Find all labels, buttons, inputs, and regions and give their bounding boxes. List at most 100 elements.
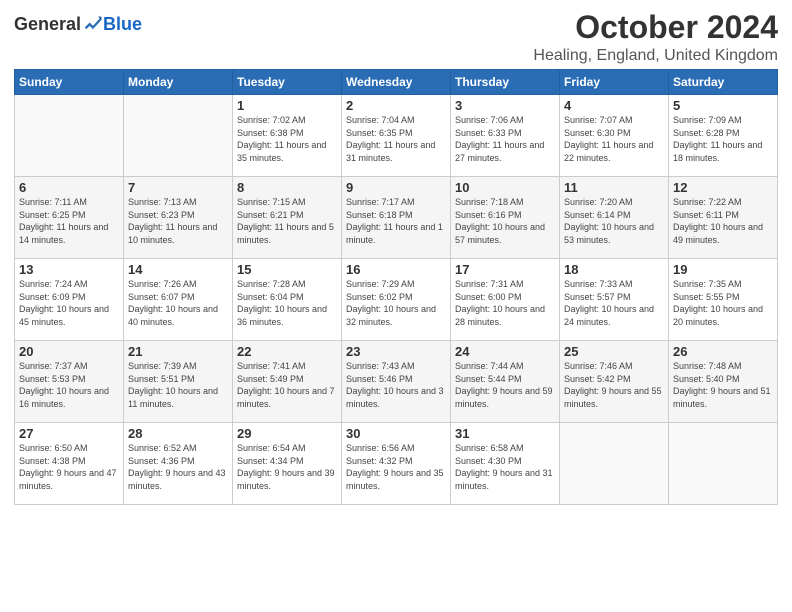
calendar-cell: 31Sunrise: 6:58 AM Sunset: 4:30 PM Dayli…: [451, 423, 560, 505]
day-info: Sunrise: 6:56 AM Sunset: 4:32 PM Dayligh…: [346, 442, 446, 492]
calendar-week-row-5: 27Sunrise: 6:50 AM Sunset: 4:38 PM Dayli…: [15, 423, 778, 505]
calendar-cell: 10Sunrise: 7:18 AM Sunset: 6:16 PM Dayli…: [451, 177, 560, 259]
day-info: Sunrise: 7:44 AM Sunset: 5:44 PM Dayligh…: [455, 360, 555, 410]
day-number: 12: [673, 180, 773, 195]
calendar-week-row-3: 13Sunrise: 7:24 AM Sunset: 6:09 PM Dayli…: [15, 259, 778, 341]
day-info: Sunrise: 7:17 AM Sunset: 6:18 PM Dayligh…: [346, 196, 446, 246]
day-info: Sunrise: 7:48 AM Sunset: 5:40 PM Dayligh…: [673, 360, 773, 410]
col-thursday: Thursday: [451, 70, 560, 95]
day-info: Sunrise: 6:52 AM Sunset: 4:36 PM Dayligh…: [128, 442, 228, 492]
day-info: Sunrise: 7:43 AM Sunset: 5:46 PM Dayligh…: [346, 360, 446, 410]
calendar-cell: 17Sunrise: 7:31 AM Sunset: 6:00 PM Dayli…: [451, 259, 560, 341]
day-info: Sunrise: 7:35 AM Sunset: 5:55 PM Dayligh…: [673, 278, 773, 328]
day-info: Sunrise: 7:18 AM Sunset: 6:16 PM Dayligh…: [455, 196, 555, 246]
calendar-cell: 20Sunrise: 7:37 AM Sunset: 5:53 PM Dayli…: [15, 341, 124, 423]
day-number: 7: [128, 180, 228, 195]
day-number: 11: [564, 180, 664, 195]
day-number: 2: [346, 98, 446, 113]
main-container: General Blue October 2024 Healing, Engla…: [0, 0, 792, 515]
calendar-cell: [560, 423, 669, 505]
col-saturday: Saturday: [669, 70, 778, 95]
day-info: Sunrise: 7:29 AM Sunset: 6:02 PM Dayligh…: [346, 278, 446, 328]
calendar-cell: 15Sunrise: 7:28 AM Sunset: 6:04 PM Dayli…: [233, 259, 342, 341]
location-title: Healing, England, United Kingdom: [533, 47, 778, 65]
day-info: Sunrise: 7:28 AM Sunset: 6:04 PM Dayligh…: [237, 278, 337, 328]
calendar-header-row: Sunday Monday Tuesday Wednesday Thursday…: [15, 70, 778, 95]
day-number: 3: [455, 98, 555, 113]
calendar-cell: 28Sunrise: 6:52 AM Sunset: 4:36 PM Dayli…: [124, 423, 233, 505]
day-info: Sunrise: 7:04 AM Sunset: 6:35 PM Dayligh…: [346, 114, 446, 164]
calendar-table: Sunday Monday Tuesday Wednesday Thursday…: [14, 69, 778, 505]
day-info: Sunrise: 7:37 AM Sunset: 5:53 PM Dayligh…: [19, 360, 119, 410]
day-number: 9: [346, 180, 446, 195]
day-info: Sunrise: 7:07 AM Sunset: 6:30 PM Dayligh…: [564, 114, 664, 164]
day-number: 22: [237, 344, 337, 359]
day-number: 25: [564, 344, 664, 359]
calendar-cell: 3Sunrise: 7:06 AM Sunset: 6:33 PM Daylig…: [451, 95, 560, 177]
month-title: October 2024: [533, 10, 778, 45]
day-number: 1: [237, 98, 337, 113]
day-number: 10: [455, 180, 555, 195]
calendar-cell: 23Sunrise: 7:43 AM Sunset: 5:46 PM Dayli…: [342, 341, 451, 423]
calendar-cell: 7Sunrise: 7:13 AM Sunset: 6:23 PM Daylig…: [124, 177, 233, 259]
calendar-cell: 13Sunrise: 7:24 AM Sunset: 6:09 PM Dayli…: [15, 259, 124, 341]
calendar-cell: 27Sunrise: 6:50 AM Sunset: 4:38 PM Dayli…: [15, 423, 124, 505]
day-number: 27: [19, 426, 119, 441]
calendar-cell: [124, 95, 233, 177]
day-info: Sunrise: 7:33 AM Sunset: 5:57 PM Dayligh…: [564, 278, 664, 328]
calendar-cell: 22Sunrise: 7:41 AM Sunset: 5:49 PM Dayli…: [233, 341, 342, 423]
day-number: 24: [455, 344, 555, 359]
day-number: 19: [673, 262, 773, 277]
day-number: 30: [346, 426, 446, 441]
col-wednesday: Wednesday: [342, 70, 451, 95]
calendar-cell: [15, 95, 124, 177]
calendar-cell: 1Sunrise: 7:02 AM Sunset: 6:38 PM Daylig…: [233, 95, 342, 177]
day-number: 14: [128, 262, 228, 277]
calendar-cell: 19Sunrise: 7:35 AM Sunset: 5:55 PM Dayli…: [669, 259, 778, 341]
day-info: Sunrise: 7:31 AM Sunset: 6:00 PM Dayligh…: [455, 278, 555, 328]
day-number: 31: [455, 426, 555, 441]
day-number: 28: [128, 426, 228, 441]
day-info: Sunrise: 7:46 AM Sunset: 5:42 PM Dayligh…: [564, 360, 664, 410]
day-info: Sunrise: 7:26 AM Sunset: 6:07 PM Dayligh…: [128, 278, 228, 328]
day-info: Sunrise: 6:58 AM Sunset: 4:30 PM Dayligh…: [455, 442, 555, 492]
calendar-cell: 21Sunrise: 7:39 AM Sunset: 5:51 PM Dayli…: [124, 341, 233, 423]
calendar-cell: 2Sunrise: 7:04 AM Sunset: 6:35 PM Daylig…: [342, 95, 451, 177]
col-tuesday: Tuesday: [233, 70, 342, 95]
col-friday: Friday: [560, 70, 669, 95]
calendar-cell: 11Sunrise: 7:20 AM Sunset: 6:14 PM Dayli…: [560, 177, 669, 259]
day-number: 6: [19, 180, 119, 195]
calendar-cell: 14Sunrise: 7:26 AM Sunset: 6:07 PM Dayli…: [124, 259, 233, 341]
calendar-cell: 30Sunrise: 6:56 AM Sunset: 4:32 PM Dayli…: [342, 423, 451, 505]
day-info: Sunrise: 6:50 AM Sunset: 4:38 PM Dayligh…: [19, 442, 119, 492]
calendar-cell: 6Sunrise: 7:11 AM Sunset: 6:25 PM Daylig…: [15, 177, 124, 259]
day-info: Sunrise: 7:24 AM Sunset: 6:09 PM Dayligh…: [19, 278, 119, 328]
day-info: Sunrise: 6:54 AM Sunset: 4:34 PM Dayligh…: [237, 442, 337, 492]
day-number: 20: [19, 344, 119, 359]
day-number: 4: [564, 98, 664, 113]
calendar-week-row-4: 20Sunrise: 7:37 AM Sunset: 5:53 PM Dayli…: [15, 341, 778, 423]
day-number: 29: [237, 426, 337, 441]
day-number: 5: [673, 98, 773, 113]
day-number: 17: [455, 262, 555, 277]
header: General Blue October 2024 Healing, Engla…: [14, 10, 778, 65]
calendar-week-row-1: 1Sunrise: 7:02 AM Sunset: 6:38 PM Daylig…: [15, 95, 778, 177]
calendar-cell: 25Sunrise: 7:46 AM Sunset: 5:42 PM Dayli…: [560, 341, 669, 423]
day-info: Sunrise: 7:11 AM Sunset: 6:25 PM Dayligh…: [19, 196, 119, 246]
day-info: Sunrise: 7:09 AM Sunset: 6:28 PM Dayligh…: [673, 114, 773, 164]
col-monday: Monday: [124, 70, 233, 95]
calendar-cell: 16Sunrise: 7:29 AM Sunset: 6:02 PM Dayli…: [342, 259, 451, 341]
calendar-cell: 12Sunrise: 7:22 AM Sunset: 6:11 PM Dayli…: [669, 177, 778, 259]
calendar-cell: 24Sunrise: 7:44 AM Sunset: 5:44 PM Dayli…: [451, 341, 560, 423]
day-number: 21: [128, 344, 228, 359]
day-info: Sunrise: 7:41 AM Sunset: 5:49 PM Dayligh…: [237, 360, 337, 410]
title-area: October 2024 Healing, England, United Ki…: [533, 10, 778, 65]
logo: General Blue: [14, 14, 142, 35]
logo-general-text: General: [14, 14, 81, 35]
calendar-cell: 8Sunrise: 7:15 AM Sunset: 6:21 PM Daylig…: [233, 177, 342, 259]
calendar-week-row-2: 6Sunrise: 7:11 AM Sunset: 6:25 PM Daylig…: [15, 177, 778, 259]
calendar-cell: [669, 423, 778, 505]
calendar-cell: 9Sunrise: 7:17 AM Sunset: 6:18 PM Daylig…: [342, 177, 451, 259]
day-number: 15: [237, 262, 337, 277]
day-number: 18: [564, 262, 664, 277]
